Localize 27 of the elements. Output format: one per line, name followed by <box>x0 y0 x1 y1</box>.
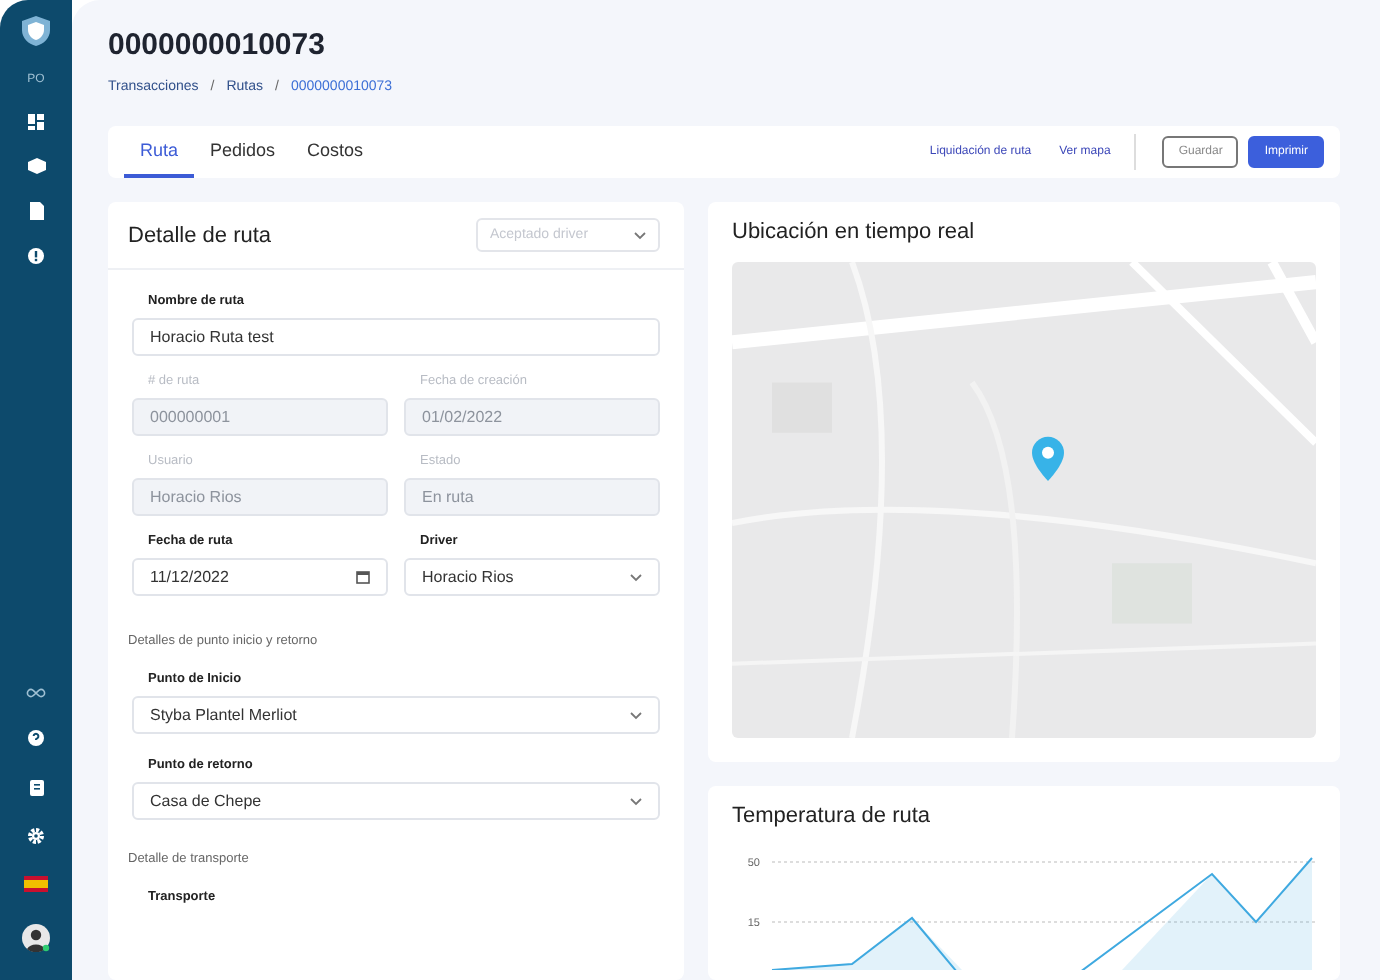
info-icon[interactable] <box>28 248 44 264</box>
select-field[interactable]: Casa de Chepe <box>132 782 660 820</box>
settings-icon[interactable] <box>28 828 44 844</box>
chevron-down-icon <box>630 797 642 805</box>
chevron-down-icon <box>630 711 642 719</box>
flag-icon[interactable] <box>24 876 48 892</box>
date-field[interactable]: 11/12/2022 <box>132 558 388 596</box>
tab[interactable]: Costos <box>291 126 380 178</box>
chevron-down-icon <box>630 573 642 581</box>
calendar-icon[interactable] <box>356 570 370 584</box>
tab[interactable]: Pedidos <box>194 126 292 178</box>
chevron-down-icon <box>634 231 646 239</box>
infinity-icon[interactable] <box>26 688 46 698</box>
card-title: Temperatura de ruta <box>732 804 931 828</box>
dashboard-icon[interactable] <box>28 114 44 130</box>
page-title: 0000000010073 <box>108 28 327 62</box>
card-title: Ubicación en tiempo real <box>732 220 975 244</box>
document-icon[interactable] <box>29 202 43 220</box>
select-field[interactable]: Horacio Rios <box>404 558 660 596</box>
shield-logo-icon <box>22 16 50 46</box>
select-field[interactable]: Styba Plantel Merliot <box>132 696 660 734</box>
tab[interactable]: Ruta <box>124 126 195 178</box>
card-title: Detalle de ruta <box>128 223 272 247</box>
input-field[interactable]: Horacio Ruta test <box>132 318 660 356</box>
clipboard-icon[interactable] <box>29 778 43 796</box>
help-icon[interactable] <box>28 730 44 746</box>
avatar-icon[interactable] <box>22 924 50 952</box>
